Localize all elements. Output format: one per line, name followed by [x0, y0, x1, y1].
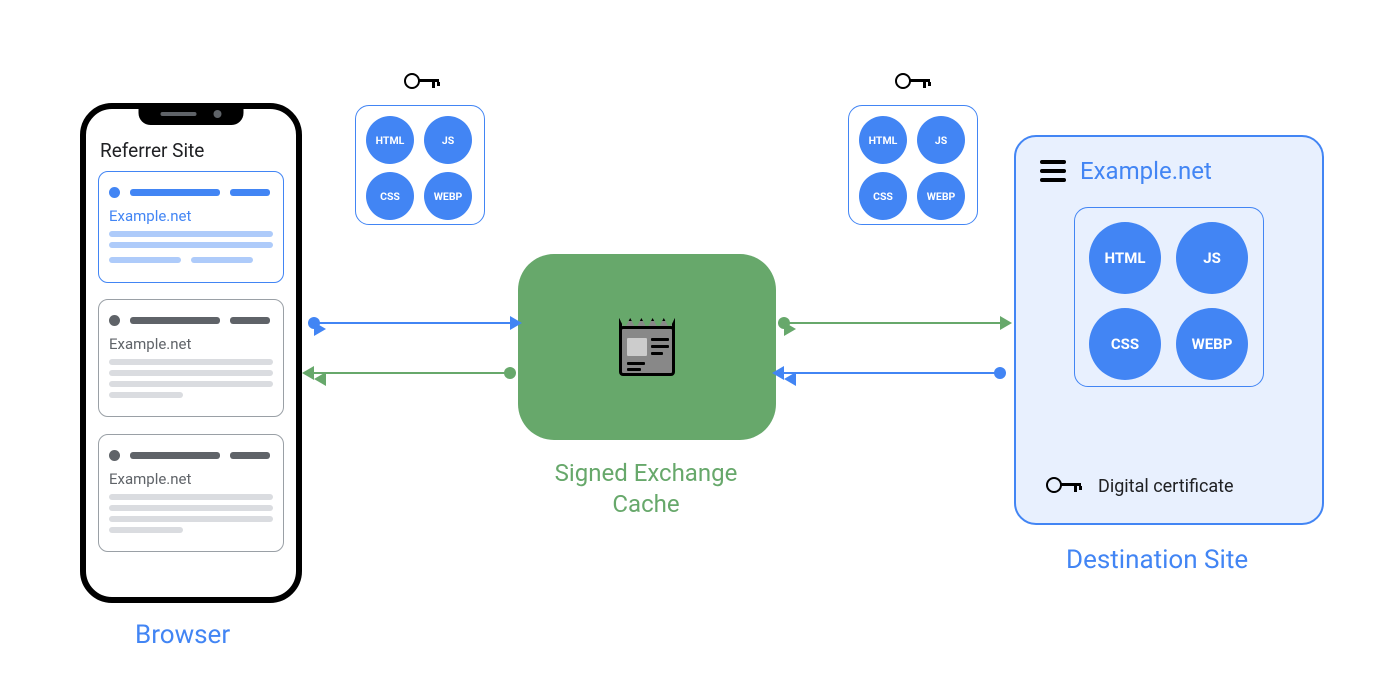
placeholder-lines [109, 494, 273, 533]
result-card: Example.net [98, 299, 284, 417]
browser-label: Browser [135, 620, 230, 650]
card-title: Example.net [109, 207, 273, 225]
bullet-icon [109, 315, 120, 326]
news-icon [619, 318, 675, 376]
placeholder-bar [230, 452, 270, 459]
key-icon [404, 71, 444, 93]
card-title: Example.net [109, 335, 273, 353]
chip-js: JS [1176, 222, 1248, 294]
key-icon [895, 71, 935, 93]
bullet-icon [109, 187, 120, 198]
placeholder-bar [130, 452, 220, 459]
destination-site-label: Destination Site [1066, 545, 1248, 575]
resource-bundle-destination: HTML JS CSS WEBP [1074, 207, 1264, 387]
chip-js: JS [917, 116, 965, 164]
phone-notch [139, 103, 244, 125]
arrow-browser-to-cache [314, 322, 510, 324]
chip-webp: WEBP [424, 172, 472, 220]
chip-webp: WEBP [1176, 308, 1248, 380]
arrow-cache-to-destination [784, 322, 1000, 324]
arrow-cache-to-browser [314, 372, 510, 374]
chip-css: CSS [366, 172, 414, 220]
placeholder-bar [130, 189, 220, 196]
bullet-icon [109, 450, 120, 461]
placeholder-bar [130, 317, 220, 324]
resource-bundle-left: HTML JS CSS WEBP [355, 105, 485, 225]
chip-html: HTML [366, 116, 414, 164]
destination-header: Example.net [1040, 157, 1212, 185]
chip-css: CSS [859, 172, 907, 220]
placeholder-lines [109, 359, 273, 398]
chip-html: HTML [1089, 222, 1161, 294]
hamburger-icon [1040, 160, 1066, 182]
signed-exchange-cache-label: Signed Exchange Cache [541, 458, 751, 520]
chip-html: HTML [859, 116, 907, 164]
digital-certificate-row: Digital certificate [1046, 475, 1234, 497]
destination-title: Example.net [1080, 157, 1212, 185]
signed-exchange-cache [518, 254, 776, 440]
key-icon [1046, 475, 1086, 497]
placeholder-lines [109, 231, 273, 272]
placeholder-bar [230, 189, 270, 196]
card-title: Example.net [109, 470, 273, 488]
arrow-destination-to-cache [784, 372, 1000, 374]
chip-webp: WEBP [917, 172, 965, 220]
placeholder-bar [230, 317, 270, 324]
diagram-canvas: Referrer Site Example.net Example.net [0, 0, 1386, 680]
result-card: Example.net [98, 434, 284, 552]
chip-css: CSS [1089, 308, 1161, 380]
chip-js: JS [424, 116, 472, 164]
destination-site-panel: Example.net HTML JS CSS WEBP Digital cer… [1014, 135, 1324, 525]
result-card-active: Example.net [98, 171, 284, 283]
resource-bundle-right: HTML JS CSS WEBP [848, 105, 978, 225]
phone-frame: Referrer Site Example.net Example.net [80, 103, 302, 603]
digital-certificate-label: Digital certificate [1098, 476, 1234, 497]
referrer-site-title: Referrer Site [100, 139, 204, 162]
